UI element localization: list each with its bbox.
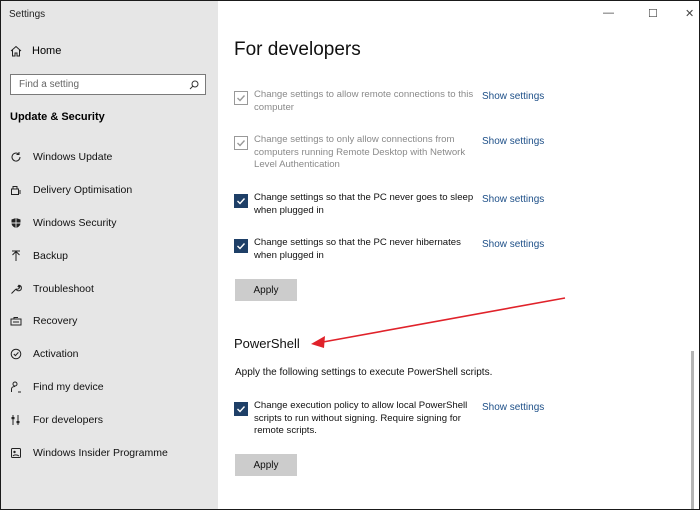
sidebar-item-windows-insider-programme[interactable]: Windows Insider Programme bbox=[1, 436, 218, 469]
sidebar-item-find-my-device[interactable]: Find my device bbox=[1, 371, 218, 404]
checkbox-execution-policy[interactable] bbox=[234, 402, 248, 416]
settings-window: Settings Home Find a setting Update & Se… bbox=[0, 0, 700, 510]
sidebar-item-for-developers[interactable]: For developers bbox=[1, 403, 218, 436]
setting-text: Change settings to allow remote connecti… bbox=[254, 89, 474, 113]
sidebar-item-label: For developers bbox=[33, 413, 104, 426]
shield-icon bbox=[11, 217, 21, 228]
checkmark-icon bbox=[237, 140, 246, 147]
checkmark-icon bbox=[237, 95, 246, 102]
sidebar-item-delivery-optimisation[interactable]: Delivery Optimisation bbox=[1, 174, 218, 207]
sidebar-item-label: Activation bbox=[33, 348, 79, 361]
checkbox-network-level-auth[interactable] bbox=[234, 136, 248, 150]
checkmark-icon bbox=[237, 198, 246, 205]
recovery-icon bbox=[10, 317, 22, 326]
show-settings-link[interactable]: Show settings bbox=[482, 239, 544, 250]
show-settings-link[interactable]: Show settings bbox=[482, 91, 544, 102]
minimize-button[interactable]: — bbox=[603, 7, 614, 19]
sidebar: Settings Home Find a setting Update & Se… bbox=[1, 1, 218, 509]
apply-button-powershell[interactable]: Apply bbox=[235, 454, 297, 476]
setting-text: Change settings to only allow connection… bbox=[254, 134, 466, 171]
show-settings-link[interactable]: Show settings bbox=[482, 136, 544, 147]
insider-icon bbox=[11, 447, 21, 458]
vertical-scrollbar[interactable] bbox=[691, 351, 694, 509]
search-box[interactable]: Find a setting bbox=[10, 74, 206, 95]
powershell-description: Apply the following settings to execute … bbox=[235, 367, 493, 378]
sidebar-item-label: Windows Security bbox=[33, 216, 117, 229]
sidebar-item-recovery[interactable]: Recovery bbox=[1, 305, 218, 338]
section-title: Update & Security bbox=[10, 111, 105, 123]
backup-arrow-icon bbox=[12, 250, 20, 261]
sidebar-item-label: Windows Update bbox=[33, 151, 113, 164]
sidebar-item-windows-update[interactable]: Windows Update bbox=[1, 141, 218, 174]
home-icon bbox=[10, 45, 22, 57]
checkbox-never-sleep[interactable] bbox=[234, 194, 248, 208]
sidebar-item-label: Troubleshoot bbox=[33, 282, 94, 295]
apply-button-remote[interactable]: Apply bbox=[235, 279, 297, 301]
person-pin-icon bbox=[11, 381, 21, 393]
home-label: Home bbox=[32, 45, 62, 57]
sidebar-item-troubleshoot[interactable]: Troubleshoot bbox=[1, 272, 218, 305]
show-settings-link[interactable]: Show settings bbox=[482, 194, 544, 205]
sidebar-item-windows-security[interactable]: Windows Security bbox=[1, 207, 218, 240]
checkbox-remote-connections[interactable] bbox=[234, 91, 248, 105]
checkmark-icon bbox=[237, 243, 246, 250]
main-content: — ☐ ✕ For developers Change settings to … bbox=[218, 1, 699, 509]
developer-sliders-icon bbox=[11, 414, 20, 425]
refresh-icon bbox=[11, 152, 21, 162]
maximize-button[interactable]: ☐ bbox=[648, 7, 658, 20]
check-circle-icon bbox=[10, 348, 22, 360]
search-input[interactable]: Find a setting bbox=[19, 79, 189, 90]
wrench-icon bbox=[11, 284, 22, 294]
setting-text: Change settings so that the PC never hib… bbox=[254, 237, 461, 261]
close-button[interactable]: ✕ bbox=[685, 7, 694, 20]
sidebar-item-label: Recovery bbox=[33, 315, 78, 328]
page-title: For developers bbox=[234, 39, 361, 60]
sidebar-item-label: Windows Insider Programme bbox=[33, 446, 168, 459]
search-icon[interactable] bbox=[189, 80, 199, 90]
app-title: Settings bbox=[9, 9, 46, 20]
setting-text: Change settings so that the PC never goe… bbox=[254, 192, 474, 216]
delivery-icon bbox=[11, 186, 21, 196]
sidebar-item-activation[interactable]: Activation bbox=[1, 338, 218, 371]
sidebar-item-label: Backup bbox=[33, 249, 69, 262]
sidebar-item-label: Delivery Optimisation bbox=[33, 184, 133, 197]
sidebar-item-backup[interactable]: Backup bbox=[1, 239, 218, 272]
sidebar-item-label: Find my device bbox=[33, 380, 104, 393]
sidebar-nav: Windows Update Delivery Optimisation Win… bbox=[1, 141, 218, 469]
powershell-heading: PowerShell bbox=[234, 336, 300, 351]
setting-text: Change execution policy to allow local P… bbox=[254, 400, 468, 437]
home-nav-item[interactable]: Home bbox=[10, 45, 61, 57]
checkmark-icon bbox=[237, 406, 246, 413]
checkbox-never-hibernate[interactable] bbox=[234, 239, 248, 253]
show-settings-link[interactable]: Show settings bbox=[482, 402, 544, 413]
